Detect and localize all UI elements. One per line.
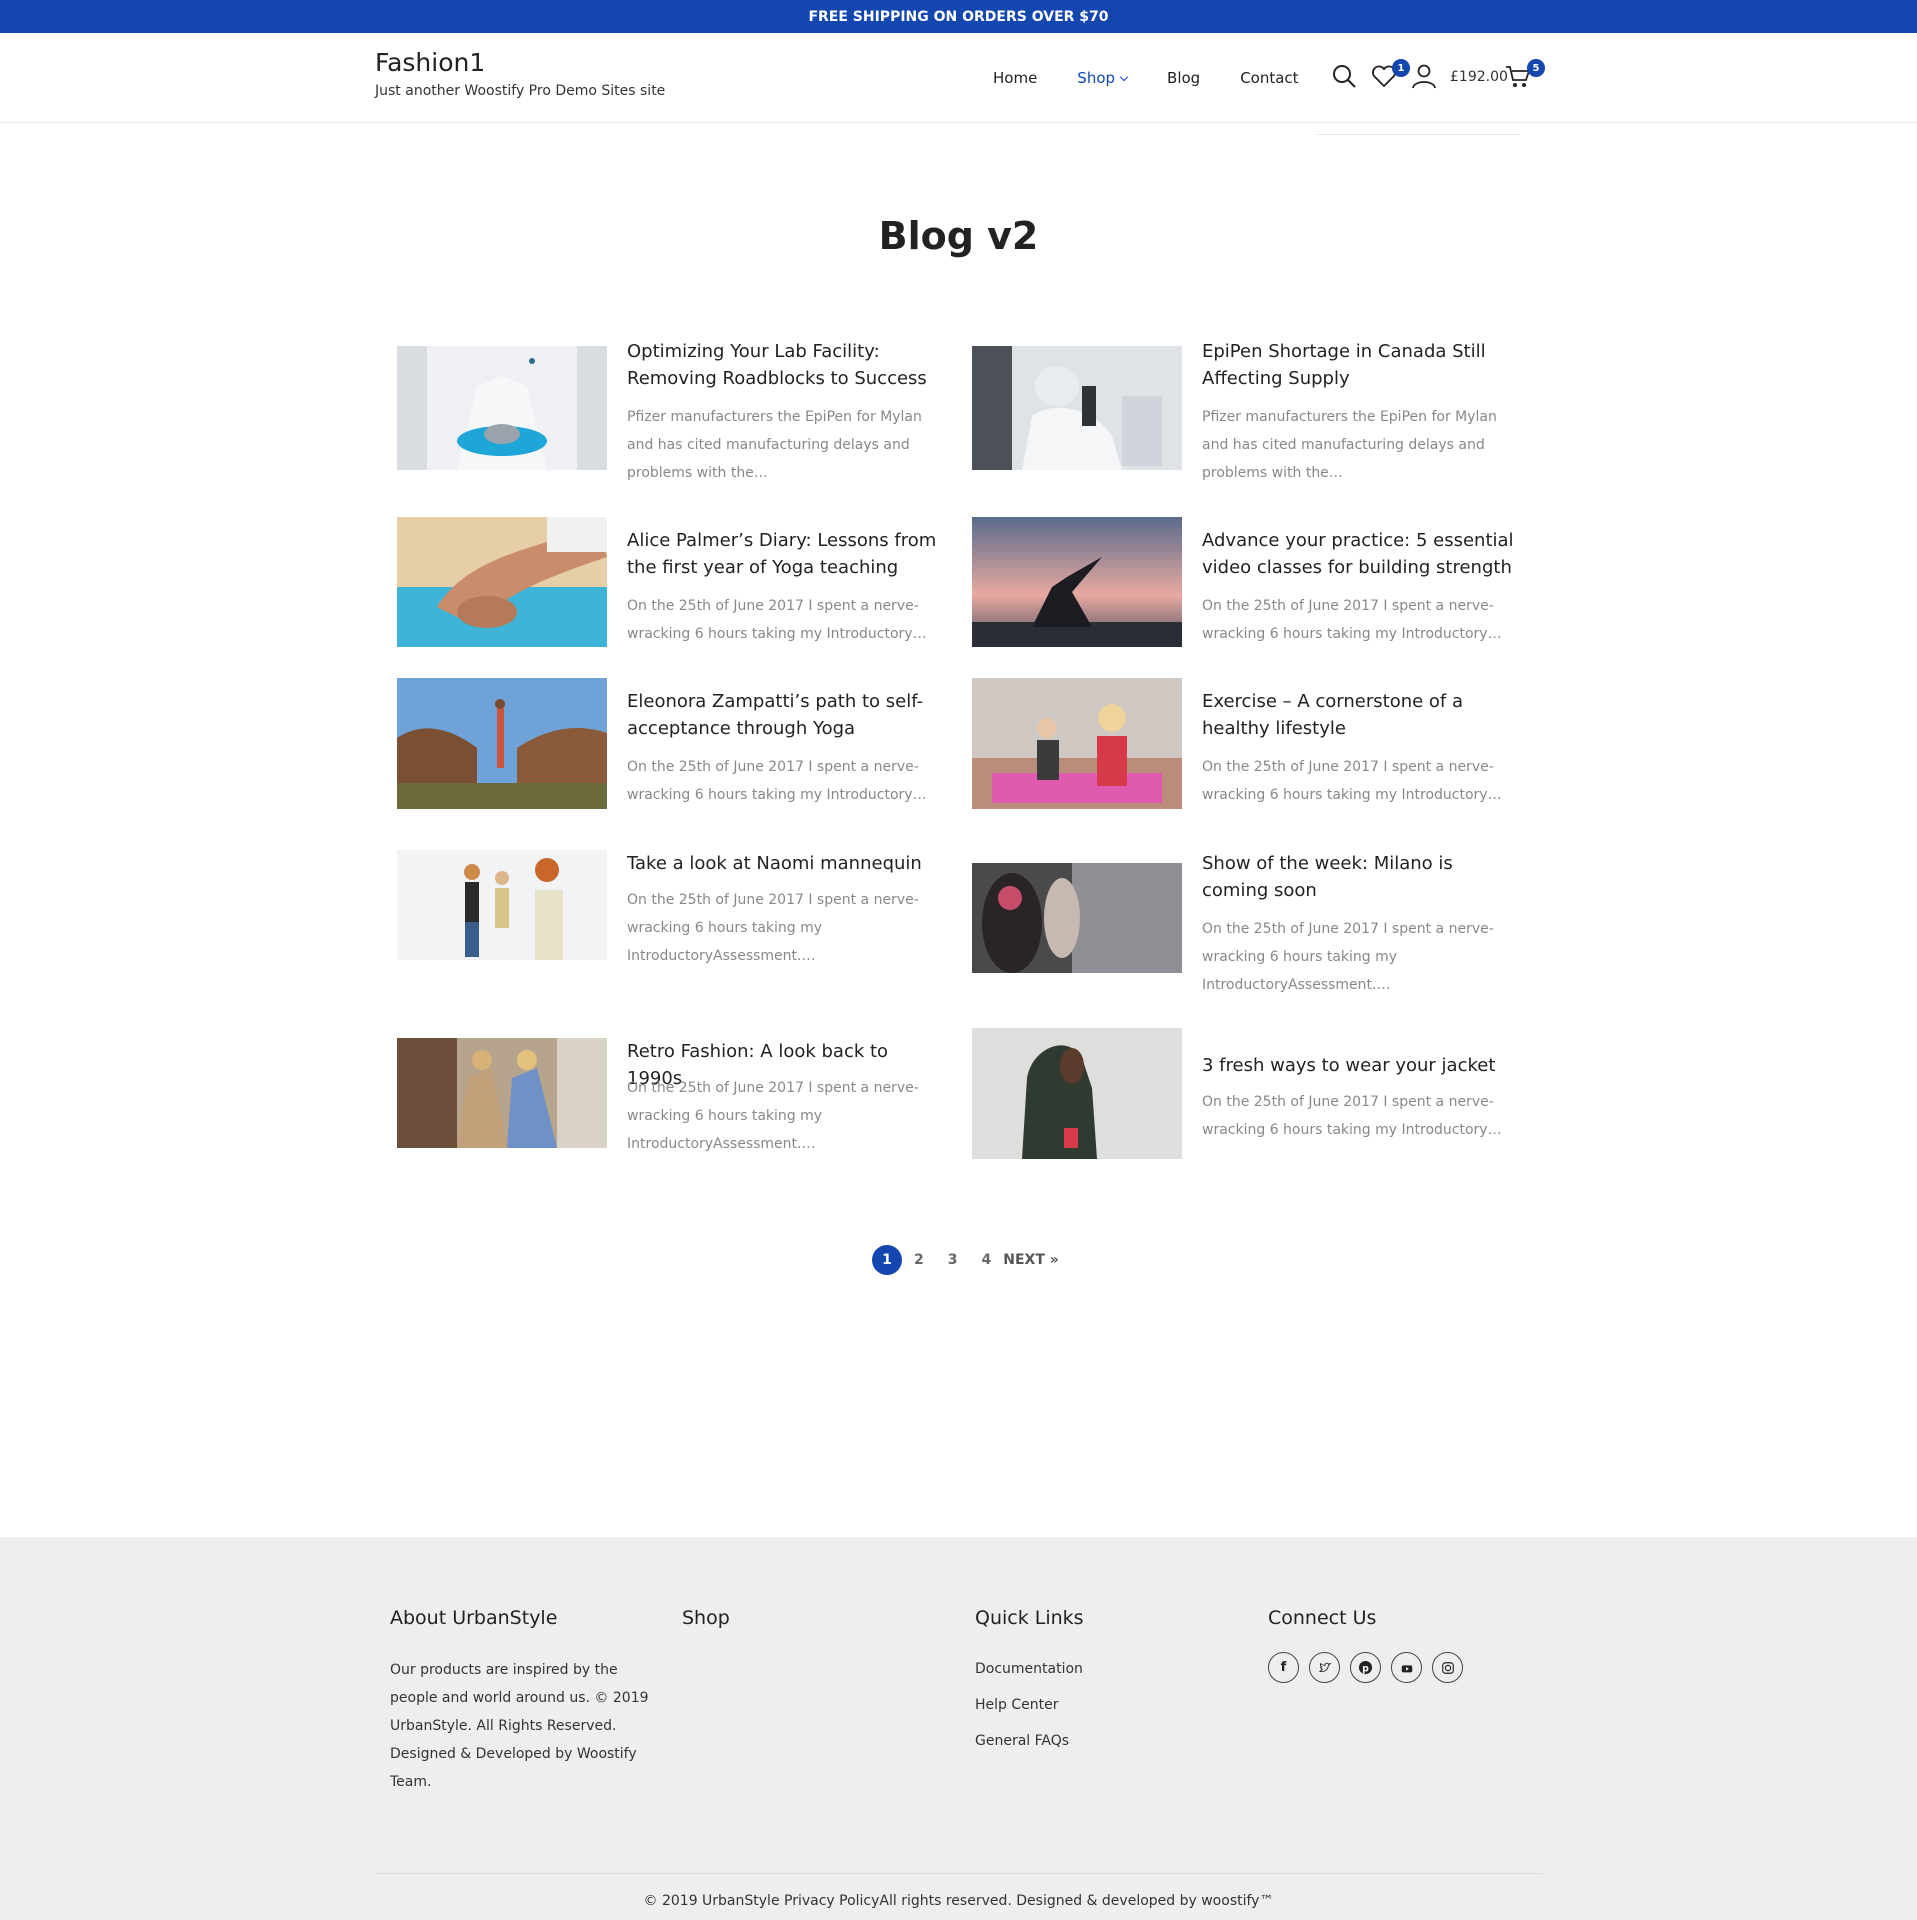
twitter-icon[interactable] (1309, 1652, 1340, 1683)
promo-text: FREE SHIPPING ON ORDERS OVER $70 (808, 8, 1109, 25)
footer-links-heading: Quick Links (975, 1607, 1084, 1629)
site-footer: About UrbanStyle Our products are inspir… (0, 1537, 1917, 1920)
search-icon[interactable] (1331, 63, 1357, 89)
page-title: Blog v2 (878, 214, 1039, 258)
page-current[interactable]: 1 (872, 1245, 902, 1275)
site-tagline: Just another Woostify Pro Demo Sites sit… (375, 83, 666, 99)
nav-blog[interactable]: Blog (1167, 69, 1200, 87)
post-thumbnail[interactable] (397, 517, 607, 647)
post-title[interactable]: Advance your practice: 5 essential video… (1202, 527, 1522, 581)
chevron-down-icon (1119, 72, 1129, 82)
post-excerpt: Pfizer manufacturers the EpiPen for Myla… (1202, 409, 1497, 481)
lab-coat-image (397, 346, 607, 470)
post-thumbnail[interactable] (397, 850, 607, 960)
post-excerpt: On the 25th of June 2017 I spent a nerve… (1202, 921, 1494, 993)
post-title[interactable]: Optimizing Your Lab Facility: Removing R… (627, 338, 947, 392)
instagram-icon[interactable] (1432, 1652, 1463, 1683)
page-link-2[interactable]: 2 (914, 1252, 924, 1268)
footer-about-heading: About UrbanStyle (390, 1607, 558, 1629)
post-thumbnail[interactable] (972, 1028, 1182, 1159)
footer-divider (375, 1873, 1542, 1874)
post-title[interactable]: EpiPen Shortage in Canada Still Affectin… (1202, 338, 1522, 392)
nav-contact[interactable]: Contact (1240, 69, 1298, 87)
post-title[interactable]: Eleonora Zampatti’s path to self-accepta… (627, 688, 947, 742)
cart-total[interactable]: £192.00 (1450, 69, 1508, 85)
svg-text:p: p (1362, 1663, 1369, 1674)
jacket-image (972, 1028, 1182, 1159)
wishlist-count-badge: 1 (1392, 59, 1410, 77)
yoga-stretch-image (397, 517, 607, 647)
promo-bar: FREE SHIPPING ON ORDERS OVER $70 (0, 0, 1917, 33)
post-excerpt: On the 25th of June 2017 I spent a nerve… (627, 598, 927, 642)
fashion-show-image (972, 863, 1182, 973)
post-excerpt: On the 25th of June 2017 I spent a nerve… (1202, 759, 1502, 803)
post-excerpt: On the 25th of June 2017 I spent a nerve… (627, 759, 927, 803)
nav-shop-label: Shop (1077, 69, 1116, 87)
post-excerpt: Pfizer manufacturers the EpiPen for Myla… (627, 409, 922, 481)
post-thumbnail[interactable] (397, 346, 607, 470)
site-title[interactable]: Fashion1 (375, 48, 485, 77)
sunset-yoga-image (972, 517, 1182, 647)
retro-fashion-image (397, 1038, 607, 1148)
nav-shop[interactable]: Shop (1077, 69, 1129, 87)
microscope-image (972, 346, 1182, 470)
page-link-4[interactable]: 4 (982, 1252, 992, 1268)
post-title[interactable]: 3 fresh ways to wear your jacket (1202, 1052, 1522, 1079)
cart-count-badge: 5 (1527, 59, 1545, 77)
post-title[interactable]: Show of the week: Milano is coming soon (1202, 850, 1522, 904)
post-excerpt: On the 25th of June 2017 I spent a nerve… (1202, 598, 1502, 642)
mannequin-image (397, 850, 607, 960)
exercise-image (972, 678, 1182, 809)
post-title[interactable]: Exercise – A cornerstone of a healthy li… (1202, 688, 1522, 742)
footer-connect-heading: Connect Us (1268, 1607, 1377, 1629)
footer-link-faqs[interactable]: General FAQs (975, 1733, 1069, 1749)
post-title[interactable]: Take a look at Naomi mannequin (627, 850, 947, 877)
footer-about-text: Our products are inspired by the people … (390, 1662, 649, 1790)
facebook-icon[interactable]: f (1268, 1652, 1299, 1683)
post-thumbnail[interactable] (972, 517, 1182, 647)
footer-link-documentation[interactable]: Documentation (975, 1661, 1083, 1677)
next-page-link[interactable]: NEXT » (1003, 1252, 1059, 1268)
post-thumbnail[interactable] (397, 678, 607, 809)
post-excerpt: On the 25th of June 2017 I spent a nerve… (627, 1080, 919, 1152)
footer-copyright: © 2019 UrbanStyle Privacy PolicyAll righ… (643, 1893, 1274, 1909)
post-thumbnail[interactable] (972, 346, 1182, 470)
main-nav: Home Shop Blog Contact (993, 69, 1299, 87)
page-link-3[interactable]: 3 (948, 1252, 958, 1268)
site-header: Fashion1 Just another Woostify Pro Demo … (0, 33, 1917, 123)
post-thumbnail[interactable] (972, 678, 1182, 809)
post-thumbnail[interactable] (397, 1038, 607, 1148)
pagination: 1 2 3 4 NEXT » (872, 1245, 1059, 1275)
nav-home[interactable]: Home (993, 69, 1037, 87)
post-excerpt: On the 25th of June 2017 I spent a nerve… (627, 892, 919, 964)
pinterest-icon[interactable]: p (1350, 1652, 1381, 1683)
canyon-yoga-image (397, 678, 607, 809)
post-excerpt: On the 25th of June 2017 I spent a nerve… (1202, 1094, 1502, 1138)
post-title[interactable]: Alice Palmer’s Diary: Lessons from the f… (627, 527, 947, 581)
youtube-icon[interactable] (1391, 1652, 1422, 1683)
account-user-icon[interactable] (1411, 63, 1437, 89)
post-thumbnail[interactable] (972, 863, 1182, 973)
header-divider (1317, 134, 1520, 135)
footer-shop-heading: Shop (682, 1607, 730, 1629)
footer-link-help-center[interactable]: Help Center (975, 1697, 1059, 1713)
